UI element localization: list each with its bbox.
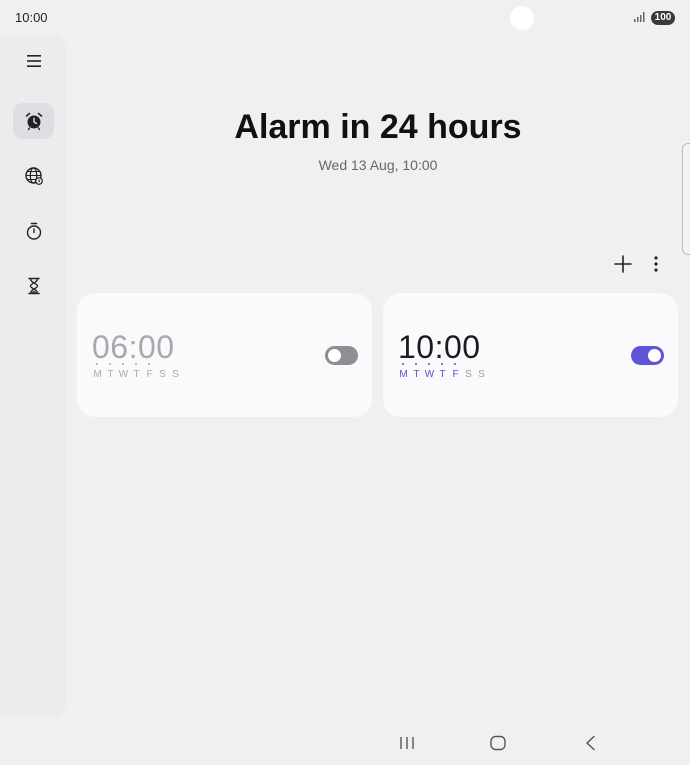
system-navigation-bar (0, 722, 690, 765)
more-vertical-icon (654, 256, 658, 272)
navigation-rail (0, 34, 66, 718)
alarm-card[interactable]: 06:00 M T W T F S S (77, 293, 372, 417)
timer-icon (27, 277, 40, 295)
next-alarm-datetime: Wed 13 Aug, 10:00 (318, 157, 438, 173)
status-bar: 10:00 100 (0, 0, 690, 34)
alarm-repeat-days: M T W T F S S (398, 363, 487, 380)
page-title: Alarm in 24 hours (234, 108, 522, 146)
day-label: S (478, 369, 485, 380)
alarm-time: 10:00 (398, 329, 481, 365)
more-options-button[interactable] (642, 250, 670, 278)
back-button[interactable] (575, 730, 605, 756)
battery-badge: 100 (651, 11, 675, 25)
rail-item-timer[interactable] (13, 268, 54, 304)
world-clock-icon (24, 167, 43, 185)
home-icon (490, 735, 506, 751)
toggle-knob (328, 349, 341, 362)
alarm-toggle[interactable] (325, 346, 358, 365)
back-icon (586, 735, 595, 751)
edge-panel-handle[interactable] (682, 143, 690, 255)
add-alarm-button[interactable] (609, 250, 637, 278)
home-button[interactable] (483, 730, 513, 756)
toggle-knob (648, 349, 661, 362)
day-label: M (398, 363, 409, 380)
status-time: 10:00 (15, 10, 48, 25)
menu-icon (26, 55, 41, 67)
day-label: S (172, 369, 179, 380)
day-label: T (131, 363, 142, 380)
day-label: T (105, 363, 116, 380)
alarm-toggle[interactable] (631, 346, 664, 365)
day-label: T (437, 363, 448, 380)
plus-icon (614, 255, 632, 273)
day-label: W (424, 363, 435, 380)
day-label: S (465, 369, 472, 380)
day-label: F (144, 363, 155, 380)
rail-item-world-clock[interactable] (13, 158, 54, 194)
stopwatch-icon (26, 222, 41, 240)
day-label: F (450, 363, 461, 380)
alarm-card[interactable]: 10:00 M T W T F S S (383, 293, 678, 417)
day-label: W (118, 363, 129, 380)
recent-apps-button[interactable] (392, 730, 422, 756)
day-label: S (159, 369, 166, 380)
day-label: T (411, 363, 422, 380)
alarm-icon (25, 112, 42, 131)
rail-item-alarm[interactable] (13, 103, 54, 139)
recent-apps-icon (400, 737, 414, 749)
signal-icon (634, 12, 645, 22)
camera-cutout (510, 6, 534, 30)
menu-button[interactable] (13, 43, 54, 79)
rail-item-stopwatch[interactable] (13, 213, 54, 249)
alarm-time: 06:00 (92, 329, 175, 365)
alarm-repeat-days: M T W T F S S (92, 363, 181, 380)
day-label: M (92, 363, 103, 380)
